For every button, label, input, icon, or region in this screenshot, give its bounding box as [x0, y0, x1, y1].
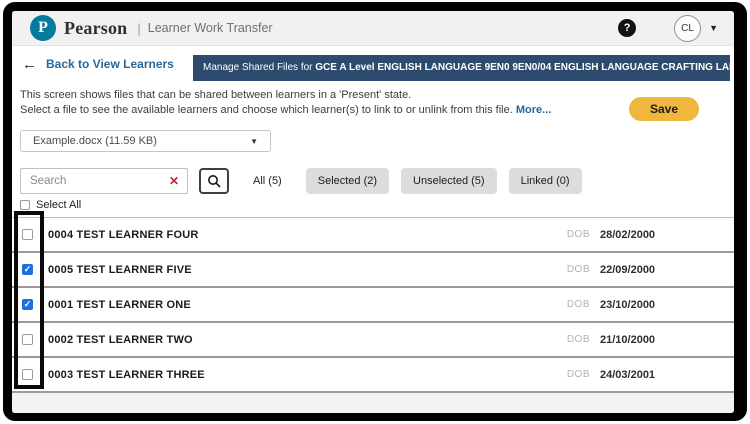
pearson-logo-letter: P	[38, 19, 48, 36]
search-wrap: ✕	[20, 168, 188, 194]
table-row[interactable]: 0004 TEST LEARNER FOUR DOB 28/02/2000	[12, 218, 734, 253]
dob-date: 24/03/2001	[600, 368, 656, 381]
dob-date: 28/02/2000	[600, 228, 656, 241]
dob-label: DOB	[566, 299, 590, 310]
learner-name: 0005 TEST LEARNER FIVE	[48, 263, 192, 276]
learner-table: 0004 TEST LEARNER FOUR DOB 28/02/2000 00…	[12, 217, 734, 393]
footer-strip	[12, 393, 734, 413]
avatar-menu-caret-icon[interactable]: ▼	[709, 23, 718, 33]
more-link[interactable]: More...	[516, 104, 551, 116]
brand-name: Pearson	[64, 17, 128, 38]
dob-label: DOB	[566, 264, 590, 275]
dob-date: 22/09/2000	[600, 263, 656, 276]
filter-linked[interactable]: Linked (0)	[508, 168, 582, 194]
search-button[interactable]	[199, 168, 229, 194]
select-all-row: Select All	[20, 198, 734, 212]
topbar-right: ? CL ▼	[618, 14, 718, 42]
pearson-logo-icon: P	[30, 15, 56, 41]
select-all-checkbox[interactable]	[20, 200, 30, 210]
search-row: ✕ All (5) Selected (2) Unselected (5) Li…	[12, 168, 734, 194]
manage-shared-files-banner: Manage Shared Files for GCE A Level ENGL…	[193, 55, 730, 81]
file-dropdown[interactable]: Example.docx (11.59 KB) ▼	[20, 130, 271, 152]
clear-search-icon[interactable]: ✕	[169, 174, 179, 188]
dob-label: DOB	[566, 334, 590, 345]
back-arrow-icon[interactable]: ←	[22, 56, 37, 73]
banner-prefix: Manage Shared Files for	[203, 62, 316, 73]
filter-selected[interactable]: Selected (2)	[305, 168, 390, 194]
back-to-view-learners-link[interactable]: Back to View Learners	[46, 57, 174, 71]
search-input[interactable]	[20, 168, 188, 194]
learner-name: 0003 TEST LEARNER THREE	[48, 368, 205, 381]
banner-course: GCE A Level ENGLISH LANGUAGE 9EN0 9EN0/0…	[315, 62, 730, 73]
help-icon[interactable]: ?	[618, 19, 637, 37]
app-window: P Pearson | Learner Work Transfer ? CL ▼…	[12, 11, 734, 413]
filter-all[interactable]: All (5)	[241, 168, 294, 194]
dob-label: DOB	[566, 369, 590, 380]
filter-chips: All (5) Selected (2) Unselected (5) Link…	[241, 168, 582, 194]
row-checkbox[interactable]	[22, 369, 33, 380]
app-title: Learner Work Transfer	[147, 21, 273, 35]
intro-text: This screen shows files that can be shar…	[12, 88, 734, 118]
table-row[interactable]: 0001 TEST LEARNER ONE DOB 23/10/2000	[12, 288, 734, 323]
dob-date: 21/10/2000	[600, 333, 656, 346]
learner-name: 0002 TEST LEARNER TWO	[48, 333, 193, 346]
avatar-initials: CL	[681, 22, 694, 34]
save-button[interactable]: Save	[629, 97, 699, 121]
row-checkbox[interactable]	[22, 299, 33, 310]
avatar[interactable]: CL	[674, 14, 702, 42]
dob-label: DOB	[566, 229, 590, 240]
screenshot-frame: P Pearson | Learner Work Transfer ? CL ▼…	[3, 2, 747, 421]
table-row[interactable]: 0002 TEST LEARNER TWO DOB 21/10/2000	[12, 323, 734, 358]
learner-name: 0001 TEST LEARNER ONE	[48, 298, 191, 311]
row-checkbox[interactable]	[22, 264, 33, 275]
intro-line-1: This screen shows files that can be shar…	[20, 89, 412, 101]
top-bar: P Pearson | Learner Work Transfer ? CL ▼	[12, 11, 734, 46]
title-divider: |	[137, 20, 141, 36]
help-glyph: ?	[623, 22, 631, 34]
file-dropdown-value: Example.docx (11.59 KB)	[33, 135, 157, 147]
select-all-label: Select All	[36, 199, 82, 211]
row-checkbox[interactable]	[22, 334, 33, 345]
dob-date: 23/10/2000	[600, 298, 656, 311]
table-row[interactable]: 0003 TEST LEARNER THREE DOB 24/03/2001	[12, 358, 734, 393]
intro-line-2: Select a file to see the available learn…	[20, 104, 552, 116]
search-icon	[208, 175, 221, 188]
filter-unselected[interactable]: Unselected (5)	[401, 168, 497, 194]
table-row[interactable]: 0005 TEST LEARNER FIVE DOB 22/09/2000	[12, 253, 734, 288]
row-checkbox[interactable]	[22, 229, 33, 240]
chevron-down-icon: ▼	[250, 136, 258, 146]
learner-name: 0004 TEST LEARNER FOUR	[48, 228, 199, 241]
